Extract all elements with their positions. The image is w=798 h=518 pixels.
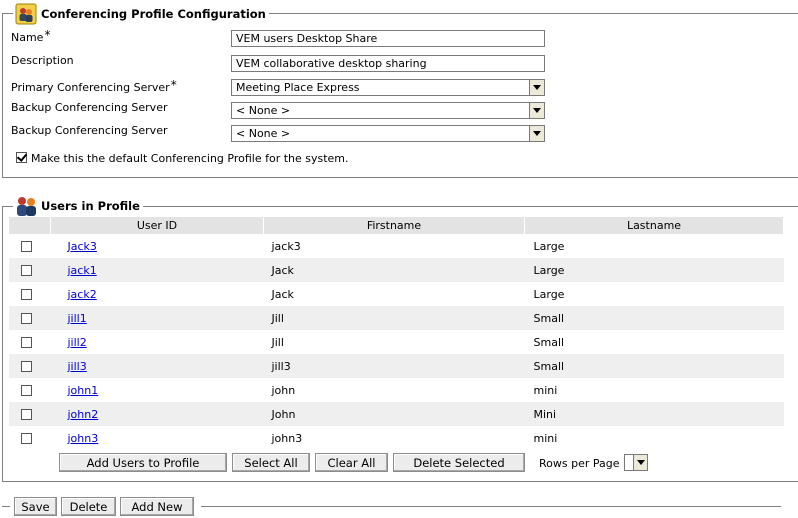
row-checkbox[interactable] [21, 409, 32, 420]
row-checkbox[interactable] [21, 241, 32, 252]
add-new-button[interactable]: Add New [120, 497, 194, 516]
backup-server-2-label: Backup Conferencing Server [11, 124, 168, 137]
firstname-cell: john [271, 383, 296, 397]
bottom-divider-left [2, 506, 10, 507]
rows-per-page-select[interactable] [624, 454, 648, 471]
lastname-cell: mini [533, 383, 558, 397]
firstname-cell: Jack [271, 287, 294, 301]
table-row: jack2 Jack Large [9, 282, 784, 306]
lastname-cell: Small [524, 354, 784, 378]
lastname-cell: mini [533, 431, 558, 445]
row-checkbox[interactable] [21, 289, 32, 300]
add-users-button[interactable]: Add Users to Profile [59, 453, 227, 472]
firstname-cell: john3 [271, 431, 303, 445]
chevron-down-icon[interactable] [529, 103, 544, 118]
chevron-down-icon[interactable] [529, 126, 544, 141]
user-id-column-header[interactable]: User ID [50, 217, 264, 234]
bottom-divider-right [201, 506, 781, 507]
default-profile-label: Make this the default Conferencing Profi… [31, 152, 349, 165]
select-all-button[interactable]: Select All [232, 453, 310, 472]
row-checkbox[interactable] [21, 337, 32, 348]
table-row: john3 john3 mini [9, 426, 784, 450]
required-mark: * [44, 28, 51, 42]
chevron-down-icon[interactable] [529, 80, 544, 95]
delete-button[interactable]: Delete [61, 497, 116, 516]
backup-server-1-value: < None > [236, 104, 291, 117]
description-field[interactable]: VEM collaborative desktop sharing [231, 55, 545, 72]
user-id-link[interactable]: Jack3 [68, 240, 97, 253]
table-row: john1 john mini [9, 378, 784, 402]
conference-group-icon [15, 3, 37, 25]
table-row: jill3 jill3 Small [9, 354, 784, 378]
firstname-cell: jill3 [263, 354, 525, 378]
save-button[interactable]: Save [14, 497, 57, 516]
row-checkbox[interactable] [21, 361, 32, 372]
primary-server-label: Primary Conferencing Server* [11, 78, 177, 94]
default-profile-checkbox[interactable] [16, 152, 27, 163]
table-row: jill1 Jill Small [9, 306, 784, 330]
user-id-link[interactable]: john3 [68, 432, 99, 445]
lastname-cell: Small [533, 335, 565, 349]
lastname-cell: Mini [524, 402, 784, 426]
lastname-column-header[interactable]: Lastname [524, 217, 784, 234]
lastname-cell: Large [533, 287, 565, 301]
lastname-cell: Large [533, 239, 565, 253]
row-checkbox[interactable] [21, 433, 32, 444]
table-row: john2 John Mini [9, 402, 784, 426]
firstname-cell: Jill [263, 306, 525, 330]
user-id-link[interactable]: jill3 [68, 360, 87, 373]
primary-server-value: Meeting Place Express [236, 81, 360, 94]
required-mark: * [170, 78, 177, 92]
row-checkbox[interactable] [21, 265, 32, 276]
backup-server-1-label: Backup Conferencing Server [11, 101, 168, 114]
user-id-link[interactable]: john1 [68, 384, 99, 397]
user-id-link[interactable]: jack1 [68, 264, 97, 277]
backup-server-2-select[interactable]: < None > [231, 125, 545, 142]
firstname-cell: John [263, 402, 525, 426]
firstname-cell: Jack [263, 258, 525, 282]
delete-selected-button[interactable]: Delete Selected [393, 453, 525, 472]
user-id-link[interactable]: jill2 [68, 336, 87, 349]
chevron-down-icon[interactable] [633, 455, 647, 470]
table-row: Jack3 jack3 Large [9, 234, 784, 258]
config-section-title-text: Conferencing Profile Configuration [41, 7, 266, 21]
backup-server-2-value: < None > [236, 127, 291, 140]
user-id-link[interactable]: jack2 [68, 288, 97, 301]
description-label: Description [11, 54, 74, 67]
table-header-row: User ID Firstname Lastname [9, 217, 784, 234]
firstname-column-header[interactable]: Firstname [263, 217, 525, 234]
lastname-cell: Large [524, 258, 784, 282]
user-id-link[interactable]: john2 [68, 408, 99, 421]
table-row: jill2 Jill Small [9, 330, 784, 354]
users-group-icon [15, 195, 37, 217]
config-section-title: Conferencing Profile Configuration [13, 3, 269, 25]
backup-server-1-select[interactable]: < None > [231, 102, 545, 119]
user-id-link[interactable]: jill1 [68, 312, 87, 325]
firstname-cell: jack3 [271, 239, 301, 253]
row-checkbox[interactable] [21, 313, 32, 324]
select-column-header [9, 217, 51, 234]
users-section-title-text: Users in Profile [41, 199, 140, 213]
name-field[interactable]: VEM users Desktop Share [231, 30, 545, 47]
users-table: User ID Firstname Lastname Jack3 jack3 L… [9, 217, 784, 450]
table-row: jack1 Jack Large [9, 258, 784, 282]
primary-server-select[interactable]: Meeting Place Express [231, 79, 545, 96]
firstname-cell: Jill [271, 335, 284, 349]
row-checkbox[interactable] [21, 385, 32, 396]
users-section-title: Users in Profile [13, 195, 143, 217]
name-label: Name* [11, 28, 51, 44]
rows-per-page-label: Rows per Page [539, 457, 620, 470]
clear-all-button[interactable]: Clear All [315, 453, 388, 472]
lastname-cell: Small [524, 306, 784, 330]
